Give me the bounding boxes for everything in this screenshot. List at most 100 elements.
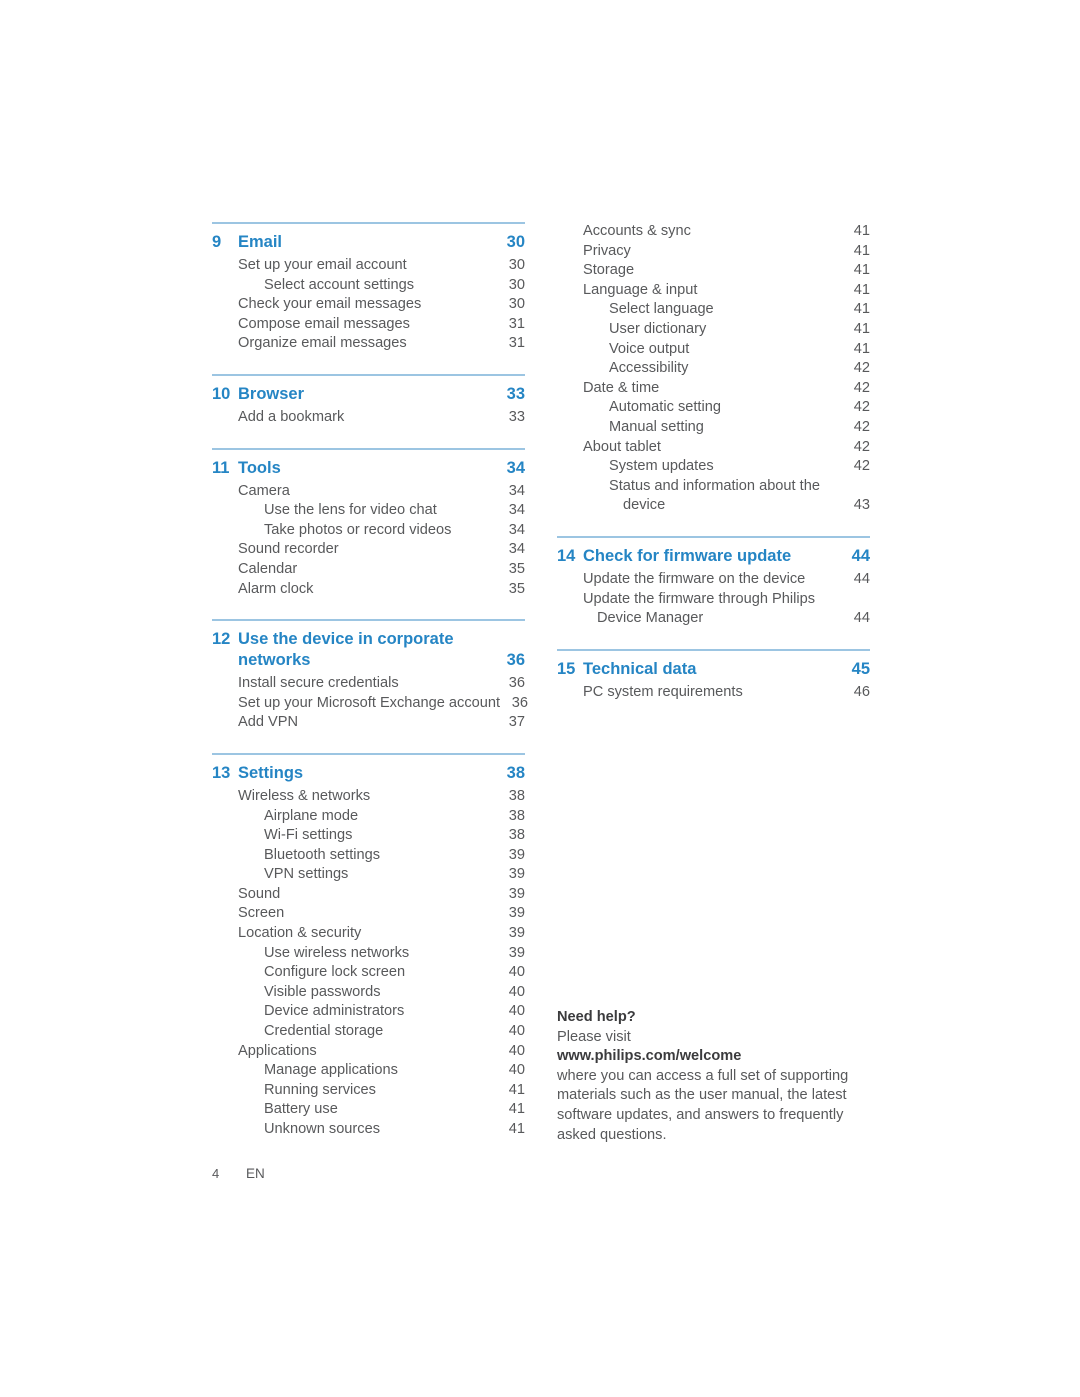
entry-page: 39 <box>508 885 525 902</box>
entry-page: 42 <box>853 418 870 435</box>
chapter-number: 9 <box>212 233 222 251</box>
toc-group-corporate-networks: 12 Use the device in corporate networks … <box>212 619 528 733</box>
footer-language-code: EN <box>246 1166 265 1181</box>
toc-entry[interactable]: Use the lens for video chat 34 <box>212 501 525 521</box>
entry-page: 39 <box>508 866 525 883</box>
toc-chapter-corporate-networks[interactable]: 12 Use the device in corporate networks … <box>212 628 525 674</box>
entry-page: 40 <box>508 1023 525 1040</box>
toc-entry[interactable]: Location & security 39 <box>212 924 525 944</box>
group-gap <box>212 354 525 374</box>
toc-entry[interactable]: Accounts & sync 41 <box>557 222 870 242</box>
toc-entry[interactable]: Select language 41 <box>557 300 870 320</box>
toc-entry[interactable]: Configure lock screen 40 <box>212 963 525 983</box>
entry-label: Date & time <box>583 379 660 396</box>
need-help-please-visit: Please visit <box>557 1028 631 1045</box>
toc-entry[interactable]: Date & time 42 <box>557 379 870 399</box>
toc-entry[interactable]: Alarm clock 35 <box>212 580 525 600</box>
toc-entry[interactable]: Device administrators 40 <box>212 1002 525 1022</box>
toc-entry[interactable]: About tablet 42 <box>557 438 870 458</box>
toc-entry-wrapped[interactable]: Update the firmware through Philips Devi… <box>557 590 870 629</box>
entry-label: Language & input <box>583 281 698 298</box>
entry-page: 43 <box>853 497 870 514</box>
entry-page: 42 <box>853 360 870 377</box>
toc-entry[interactable]: Unknown sources 41 <box>212 1120 525 1140</box>
entry-page: 40 <box>508 983 525 1000</box>
toc-entry[interactable]: Install secure credentials 36 <box>212 674 525 694</box>
toc-entry-wrapped[interactable]: Status and information about the device … <box>557 477 870 516</box>
chapter-title: Tools <box>238 458 281 477</box>
entry-label: Manage applications <box>264 1062 398 1079</box>
entry-label: Device administrators <box>264 1003 405 1020</box>
toc-entry[interactable]: Credential storage 40 <box>212 1022 525 1042</box>
toc-entry[interactable]: Organize email messages 31 <box>212 334 525 354</box>
section-divider <box>212 447 525 450</box>
philips-welcome-url[interactable]: www.philips.com/welcome <box>557 1047 857 1067</box>
entry-label: Running services <box>264 1081 376 1098</box>
toc-entry[interactable]: Bluetooth settings 39 <box>212 846 525 866</box>
entry-page: 36 <box>508 675 525 692</box>
toc-entry[interactable]: Accessibility 42 <box>557 359 870 379</box>
toc-chapter-technical-data[interactable]: 15 Technical data 45 <box>557 658 870 683</box>
toc-group-firmware-update: 14 Check for firmware update 44 Update t… <box>557 535 870 629</box>
toc-entry[interactable]: Voice output 41 <box>557 340 870 360</box>
toc-entry[interactable]: Add VPN 37 <box>212 713 525 733</box>
entry-label: Wi-Fi settings <box>264 827 353 844</box>
entry-page: 40 <box>508 1003 525 1020</box>
toc-entry[interactable]: Battery use 41 <box>212 1100 525 1120</box>
toc-entry[interactable]: Select account settings 30 <box>212 276 525 296</box>
toc-entry[interactable]: Set up your Microsoft Exchange account 3… <box>212 694 528 714</box>
toc-chapter-browser[interactable]: 10 Browser 33 <box>212 383 525 408</box>
entry-label: Accessibility <box>609 360 689 377</box>
toc-entry[interactable]: PC system requirements 46 <box>557 683 870 703</box>
entry-page: 41 <box>853 301 870 318</box>
entry-page: 40 <box>508 964 525 981</box>
toc-entry[interactable]: Set up your email account 30 <box>212 256 525 276</box>
toc-group-email: 9 Email 30 Set up your email account 30 … <box>212 222 525 354</box>
toc-entry[interactable]: Manual setting 42 <box>557 418 870 438</box>
toc-entry[interactable]: Wireless & networks 38 <box>212 787 525 807</box>
toc-chapter-tools[interactable]: 11 Tools 34 <box>212 457 525 482</box>
toc-entry[interactable]: Running services 41 <box>212 1081 525 1101</box>
chapter-page: 38 <box>506 763 525 782</box>
entry-label: Set up your email account <box>238 257 407 273</box>
toc-entry[interactable]: Check your email messages 30 <box>212 295 525 315</box>
toc-entry[interactable]: Wi-Fi settings 38 <box>212 826 525 846</box>
toc-entry[interactable]: Applications 40 <box>212 1042 525 1062</box>
entry-label: System updates <box>609 458 714 475</box>
toc-chapter-firmware-update[interactable]: 14 Check for firmware update 44 <box>557 545 870 570</box>
toc-entry[interactable]: Automatic setting 42 <box>557 398 870 418</box>
toc-entry[interactable]: Add a bookmark 33 <box>212 408 525 428</box>
toc-chapter-email[interactable]: 9 Email 30 <box>212 231 525 256</box>
toc-entry[interactable]: Storage 41 <box>557 261 870 281</box>
toc-entry[interactable]: Airplane mode 38 <box>212 807 525 827</box>
toc-entry[interactable]: Compose email messages 31 <box>212 315 525 335</box>
toc-entry[interactable]: Camera 34 <box>212 482 525 502</box>
toc-entry[interactable]: Sound recorder 34 <box>212 540 525 560</box>
toc-entry[interactable]: User dictionary 41 <box>557 320 870 340</box>
toc-entry[interactable]: Screen 39 <box>212 904 525 924</box>
entry-page: 35 <box>508 560 525 577</box>
toc-chapter-settings[interactable]: 13 Settings 38 <box>212 762 525 787</box>
toc-entry[interactable]: Update the firmware on the device 44 <box>557 570 870 590</box>
toc-column-left: 9 Email 30 Set up your email account 30 … <box>212 222 528 1140</box>
toc-entry[interactable]: VPN settings 39 <box>212 865 525 885</box>
entry-page: 42 <box>853 458 870 475</box>
page-footer: 4 EN <box>212 1166 265 1181</box>
entry-label-line-2-row: device 43 <box>609 496 870 516</box>
toc-entry[interactable]: Privacy 41 <box>557 242 870 262</box>
toc-entry[interactable]: Calendar 35 <box>212 560 525 580</box>
entry-label: Battery use <box>264 1101 338 1118</box>
toc-entry[interactable]: Manage applications 40 <box>212 1061 525 1081</box>
toc-group-tools: 11 Tools 34 Camera 34 Use the lens for v… <box>212 447 525 600</box>
toc-entry[interactable]: Visible passwords 40 <box>212 983 525 1003</box>
toc-entry[interactable]: Language & input 41 <box>557 281 870 301</box>
toc-entry[interactable]: Sound 39 <box>212 885 525 905</box>
toc-entry[interactable]: Take photos or record videos 34 <box>212 521 525 541</box>
entry-label: Manual setting <box>609 418 704 435</box>
entry-label: Accounts & sync <box>583 223 691 239</box>
entry-page: 42 <box>853 399 870 416</box>
toc-entry[interactable]: Use wireless networks 39 <box>212 944 525 964</box>
entry-page: 38 <box>508 787 525 804</box>
entry-label: Configure lock screen <box>264 964 406 981</box>
toc-entry[interactable]: System updates 42 <box>557 457 870 477</box>
